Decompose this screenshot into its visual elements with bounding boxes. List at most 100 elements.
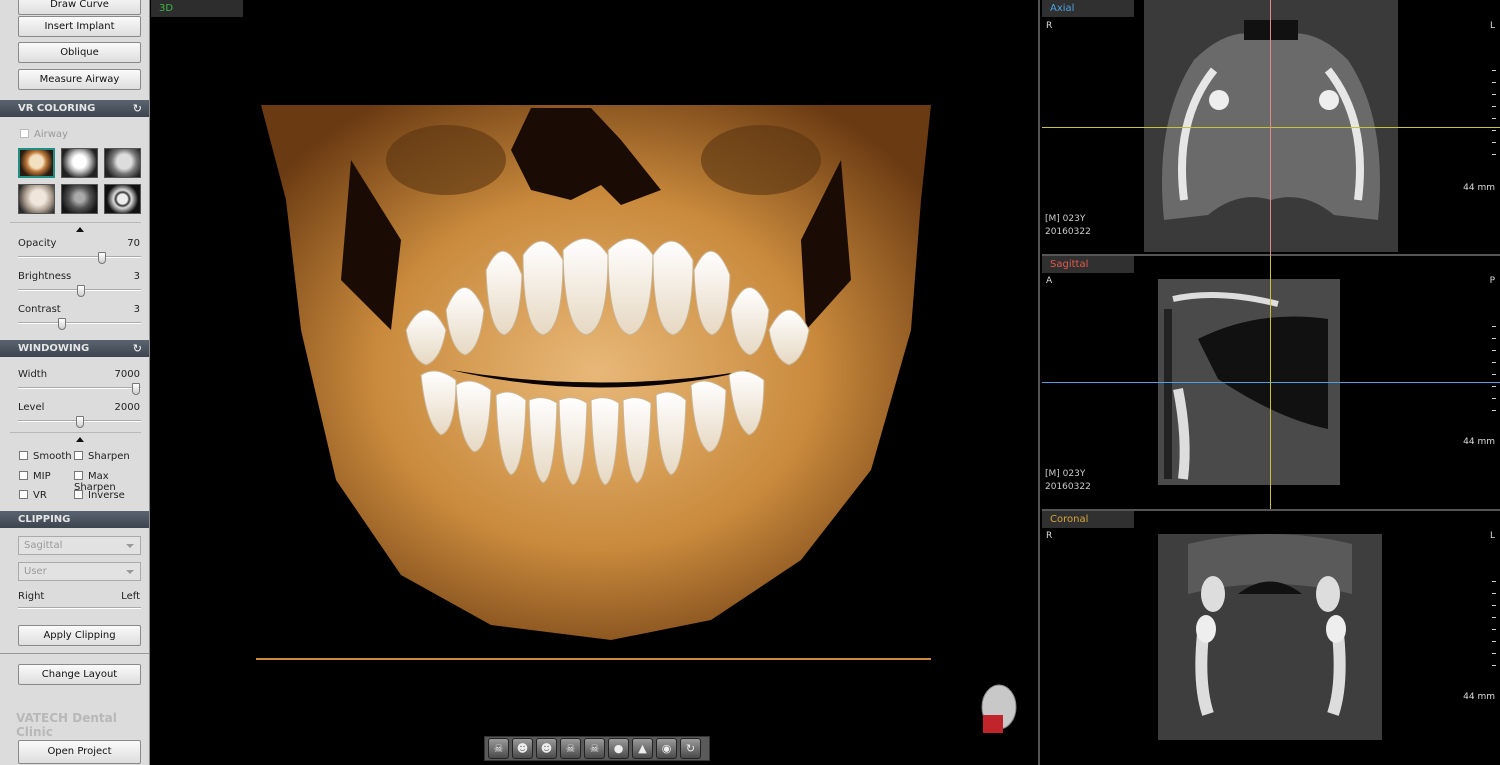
mip-checkbox[interactable]: MIP [19,471,51,482]
axial-right-marker: L [1489,21,1495,31]
skull-left-icon[interactable]: ☻ [512,738,533,759]
open-project-button[interactable]: Open Project [18,740,141,764]
app-window: Draw Curve Insert Implant Oblique Measur… [0,0,1500,765]
clipping-mode-select[interactable]: User [18,562,141,581]
opacity-label: Opacity [18,238,57,249]
skull-render[interactable] [151,0,1040,765]
axial-view[interactable]: Axial R L [M] 023Y 20160322 44 mm [1042,0,1500,256]
skull-front-icon[interactable]: ☠ [488,738,509,759]
axial-crosshair-h[interactable] [1042,127,1500,128]
airway-checkbox[interactable]: Airway [20,129,68,140]
checkbox-box[interactable] [19,471,28,480]
sharpen-checkbox[interactable]: Sharpen [74,451,130,462]
preset-bone-white[interactable] [61,148,98,178]
sagittal-crosshair-v[interactable] [1270,256,1271,509]
inverse-label: Inverse [88,490,125,501]
preset-bone-dark[interactable] [61,184,98,214]
checkbox-box[interactable] [74,471,83,480]
width-label: Width [18,369,48,380]
refresh-icon[interactable]: ↻ [133,100,142,117]
width-slider[interactable] [18,383,141,395]
slider-thumb[interactable] [132,383,140,395]
opacity-slider[interactable] [18,252,141,264]
sagittal-left-marker: A [1046,276,1053,286]
brightness-label: Brightness [18,271,72,282]
sharpen-label: Sharpen [88,451,130,462]
slider-thumb[interactable] [76,416,84,428]
level-slider[interactable] [18,416,141,428]
preset-skin-light[interactable] [18,184,55,214]
sagittal-title: Sagittal [1042,256,1134,273]
sphere-icon[interactable]: ◉ [656,738,677,759]
skull-right-icon[interactable]: ☻ [536,738,557,759]
axial-title: Axial [1042,0,1134,17]
coronal-ruler [1492,581,1496,677]
axial-slice-image [1144,0,1398,252]
checkbox-box[interactable] [74,490,83,499]
sagittal-scale: 44 mm [1463,437,1495,447]
level-value: 2000 [114,402,140,413]
sagittal-patient: [M] 023Y [1045,469,1086,479]
slider-track [18,607,141,609]
axial-ruler [1492,70,1496,166]
divider [10,222,141,223]
clipping-plane-select[interactable]: Sagittal [18,536,141,555]
clipping-mode-value: User [24,566,47,577]
preset-skin-gray[interactable] [104,148,141,178]
coronal-view[interactable]: Coronal R L 44 mm [1042,511,1500,765]
draw-curve-button[interactable]: Draw Curve [18,0,141,15]
axial-scale: 44 mm [1463,183,1495,193]
collapse-arrow-icon[interactable] [76,227,84,232]
preset-bone-orange[interactable] [18,148,55,178]
refresh-icon[interactable]: ↻ [133,340,142,357]
skull-top-icon[interactable]: ☠ [560,738,581,759]
contrast-value: 3 [133,304,140,315]
windowing-header: WINDOWING ↻ [0,340,149,357]
apply-clipping-button[interactable]: Apply Clipping [18,625,141,646]
clipping-slider[interactable] [18,603,141,613]
collapse-arrow-icon[interactable] [76,437,84,442]
chevron-down-icon [126,570,134,574]
slider-thumb[interactable] [58,318,66,330]
inverse-checkbox[interactable]: Inverse [74,490,125,501]
contrast-label: Contrast [18,304,61,315]
slider-thumb[interactable] [98,252,106,264]
width-value: 7000 [114,369,140,380]
divider [0,653,149,654]
head-back-icon[interactable]: ● [608,738,629,759]
rotate-icon[interactable]: ↻ [680,738,701,759]
head-up-icon[interactable]: ▲ [632,738,653,759]
smooth-checkbox[interactable]: Smooth [19,451,72,462]
checkbox-box[interactable] [19,451,28,460]
slider-track [18,256,141,258]
insert-implant-button[interactable]: Insert Implant [18,16,141,37]
checkbox-box[interactable] [19,490,28,499]
brightness-slider[interactable] [18,285,141,297]
measure-airway-button[interactable]: Measure Airway [18,69,141,90]
slider-thumb[interactable] [77,285,85,297]
checkbox-box[interactable] [20,129,29,138]
change-layout-button[interactable]: Change Layout [18,664,141,685]
preset-skull-gear[interactable] [104,184,141,214]
checkbox-box[interactable] [74,451,83,460]
sagittal-crosshair-h[interactable] [1042,382,1500,383]
right-label: Right [18,591,45,602]
contrast-slider[interactable] [18,318,141,330]
vr-checkbox[interactable]: VR [19,490,47,501]
slider-track [18,387,141,389]
sagittal-view[interactable]: Sagittal A P [M] 023Y 20160322 44 mm [1042,256,1500,511]
clipping-header: CLIPPING [0,511,149,528]
left-label: Left [121,591,140,602]
oblique-button[interactable]: Oblique [18,42,141,63]
vr-coloring-title: VR COLORING [18,103,96,114]
sagittal-patient-info: [M] 023Y 20160322 [1045,468,1091,494]
axial-crosshair-v[interactable] [1270,0,1271,256]
skull-bottom-icon[interactable]: ☠ [584,738,605,759]
smooth-label: Smooth [33,451,72,462]
sagittal-date: 20160322 [1045,482,1091,492]
level-label: Level [18,402,45,413]
coronal-slice-image [1158,534,1382,740]
view-3d-toolbar: ☠ ☻ ☻ ☠ ☠ ● ▲ ◉ ↻ [484,736,710,761]
view-3d[interactable]: 3D ☠ ☻ ☻ ☠ ☠ ● ▲ ◉ ↻ [151,0,1040,765]
airway-label: Airway [34,129,68,140]
